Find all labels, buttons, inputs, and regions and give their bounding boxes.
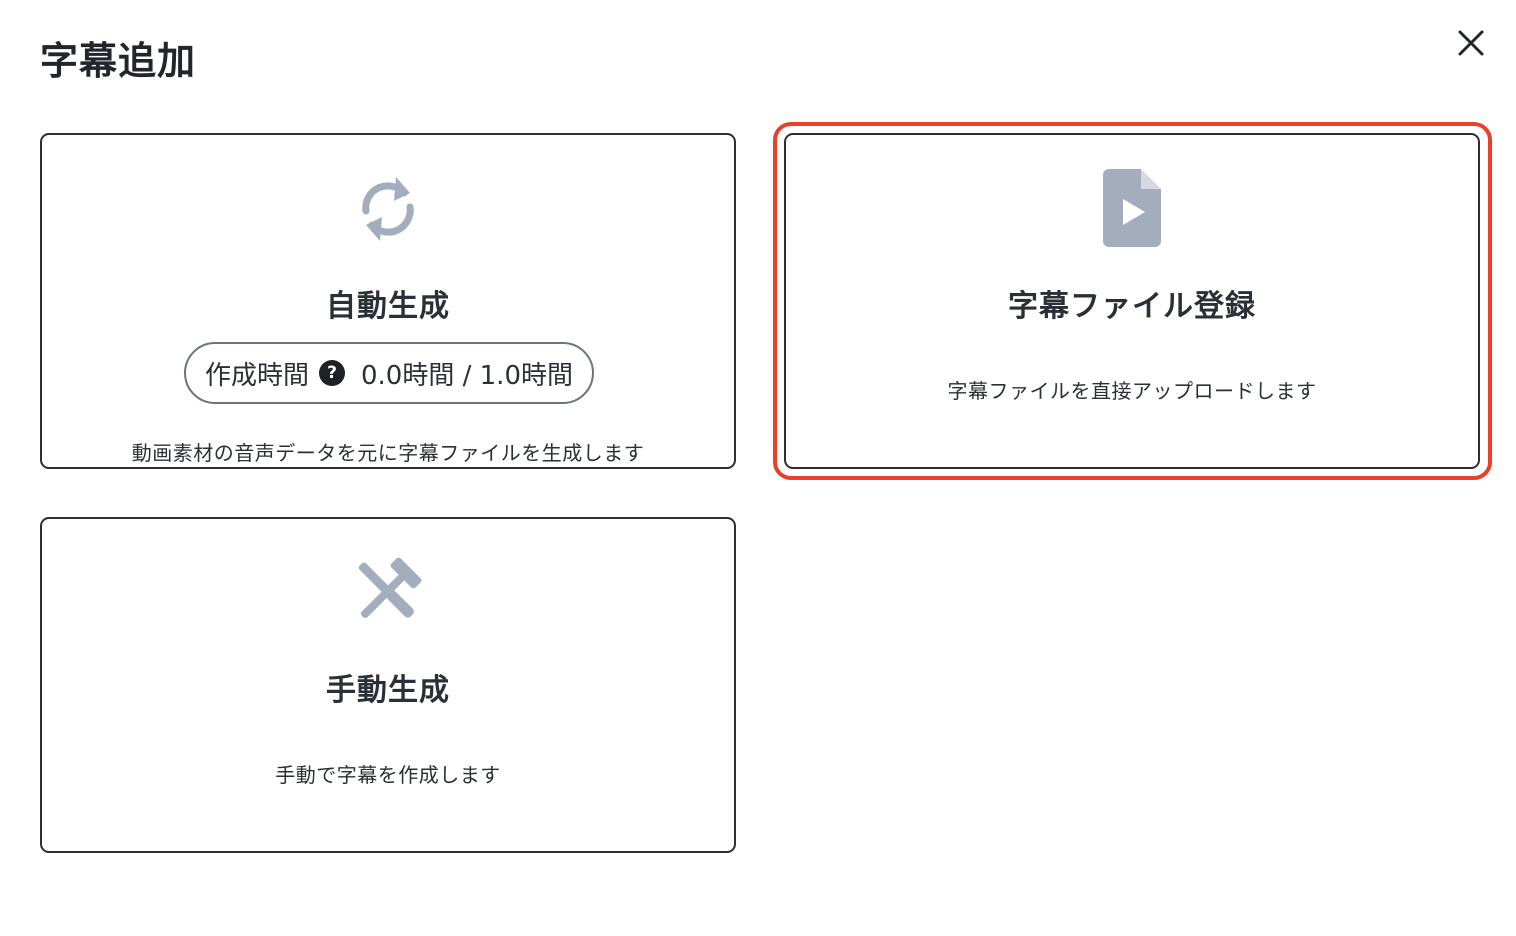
generation-time-label: 作成時間 xyxy=(204,360,309,391)
help-icon[interactable]: ? xyxy=(319,360,345,386)
generation-time-badge: 作成時間 ? 0.0時間 / 1.0時間 xyxy=(184,342,594,404)
tools-icon xyxy=(358,557,422,619)
card-title: 自動生成 xyxy=(326,289,450,324)
card-description: 動画素材の音声データを元に字幕ファイルを生成します xyxy=(131,441,645,465)
upload-subtitle-file-card[interactable]: 字幕ファイル登録 字幕ファイルを直接アップロードします xyxy=(784,133,1480,469)
close-button[interactable] xyxy=(1448,20,1494,66)
file-video-icon xyxy=(1103,169,1161,247)
manual-generate-card[interactable]: 手動生成 手動で字幕を作成します xyxy=(40,517,736,853)
refresh-icon xyxy=(362,177,414,241)
close-icon xyxy=(1458,30,1484,56)
auto-generate-card[interactable]: 自動生成 作成時間 ? 0.0時間 / 1.0時間 動画素材の音声データを元に字… xyxy=(40,133,736,469)
add-subtitle-dialog: 字幕追加 自動生成 作成時間 ? 0.0時間 / 1.0時間 動画素材の音声デー… xyxy=(0,0,1516,936)
card-description: 手動で字幕を作成します xyxy=(275,763,501,787)
card-title: 字幕ファイル登録 xyxy=(1008,289,1256,324)
dialog-title: 字幕追加 xyxy=(40,39,197,83)
card-description: 字幕ファイルを直接アップロードします xyxy=(947,379,1317,403)
card-title: 手動生成 xyxy=(326,673,450,708)
generation-time-value: 0.0時間 / 1.0時間 xyxy=(361,360,573,391)
